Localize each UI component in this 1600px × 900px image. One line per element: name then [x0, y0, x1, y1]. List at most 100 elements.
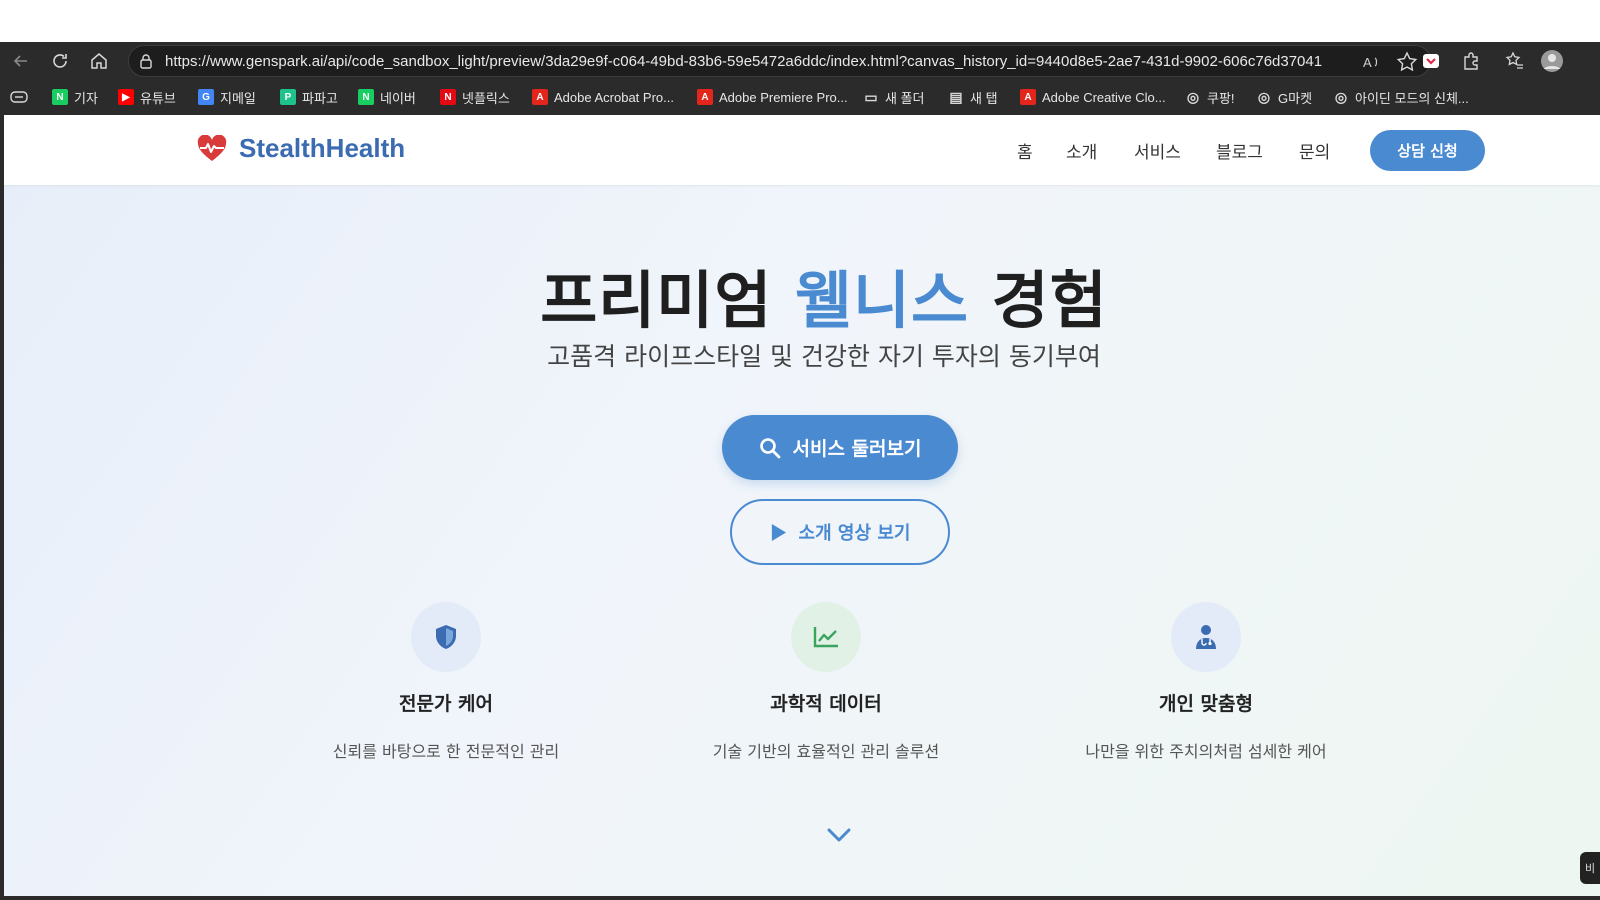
address-bar[interactable]: https://www.genspark.ai/api/code_sandbox… [128, 45, 1431, 77]
feature-icon-circle [1171, 602, 1241, 672]
site-header: StealthHealth 홈 소개 서비스 블로그 문의 상담 신청 [4, 115, 1600, 185]
bookmark-label: 파파고 [302, 90, 338, 106]
bookmark-item[interactable]: ▭ 새 폴더 [863, 86, 925, 108]
feature-desc: 나만을 위한 주치의처럼 섬세한 케어 [1085, 742, 1327, 761]
bookmark-item[interactable]: N 기자 [52, 86, 98, 108]
bookmark-item[interactable]: A Adobe Creative Clo... [1020, 86, 1166, 108]
profile-button[interactable] [1540, 49, 1564, 73]
bookmark-label: 넷플릭스 [462, 90, 510, 106]
brand-name: StealthHealth [239, 133, 406, 163]
bookmarks-bar: N 기자 ▶ 유튜브 G 지메일 P 파파고 N 네이버 N 넷플릭스 A Adobe Acrobat P… [0, 80, 1600, 115]
adobe-icon: A [532, 89, 548, 105]
reading-list-icon [10, 91, 28, 103]
feature-expert-care: 전문가 케어 신뢰를 바탕으로 한 전문적인 관리 [296, 602, 596, 762]
bookmark-item[interactable]: A Adobe Premiere Pro... [697, 86, 848, 108]
bookmark-item[interactable]: ▤ 새 탭 [948, 86, 997, 108]
feature-desc: 기술 기반의 효율적인 관리 솔루션 [712, 742, 940, 761]
url-text: https://www.genspark.ai/api/code_sandbox… [165, 53, 1323, 70]
extensions-button[interactable] [1459, 49, 1483, 73]
feature-title: 과학적 데이터 [770, 693, 882, 715]
shield-icon [436, 625, 456, 649]
svg-text:A: A [1363, 55, 1372, 70]
youtube-icon: ▶ [118, 89, 134, 105]
web-page: StealthHealth 홈 소개 서비스 블로그 문의 상담 신청 프리미엄… [4, 115, 1600, 896]
bookmark-item[interactable]: ◎ 쿠팡! [1185, 86, 1235, 108]
read-aloud-icon[interactable]: A [1362, 52, 1382, 72]
bookmark-label: Adobe Creative Clo... [1042, 89, 1166, 105]
newtab-icon: ▤ [949, 88, 963, 105]
home-icon [91, 53, 107, 69]
heartbeat-icon [197, 134, 227, 161]
globe-icon: ◎ [1334, 88, 1348, 105]
bookmark-item[interactable]: ◎ 아이딘 모드의 신체... [1333, 86, 1469, 108]
bookmark-label: Adobe Premiere Pro... [719, 89, 848, 105]
papago-icon: P [280, 89, 296, 105]
bookmark-label: 새 폴더 [885, 90, 925, 106]
consultation-button[interactable]: 상담 신청 [1370, 130, 1485, 171]
feature-scientific-data: 과학적 데이터 기술 기반의 효율적인 관리 솔루션 [676, 602, 976, 762]
bookmark-item[interactable]: N 네이버 [358, 86, 416, 108]
reload-icon [53, 54, 67, 68]
hero-subtitle: 고품격 라이프스타일 및 건강한 자기 투자의 동기부여 [547, 342, 1101, 371]
doctor-icon [1196, 625, 1216, 649]
adobe-icon: A [697, 89, 713, 105]
favorite-star-icon[interactable] [1396, 51, 1418, 73]
bookmark-item[interactable]: G 지메일 [198, 86, 256, 108]
hero-title: 프리미엄 웰니스 경험 [4, 250, 1600, 340]
chevron-down-icon[interactable] [826, 825, 852, 845]
bookmarks-toggle[interactable] [10, 86, 28, 108]
feature-title: 개인 맞춤형 [1158, 693, 1253, 715]
browser-chrome: https://www.genspark.ai/api/code_sandbox… [0, 42, 1600, 115]
bookmark-label: 아이딘 모드의 신체... [1355, 90, 1469, 106]
home-button[interactable] [86, 48, 112, 74]
back-button[interactable] [8, 48, 34, 74]
naver-icon: N [52, 89, 68, 105]
bookmark-item[interactable]: ▶ 유튜브 [118, 86, 176, 108]
play-icon [771, 523, 786, 541]
bookmark-item[interactable]: ◎ G마켓 [1256, 86, 1312, 108]
lock-icon [140, 54, 152, 69]
globe-icon: ◎ [1186, 88, 1200, 105]
nav-about[interactable]: 소개 [1066, 138, 1097, 163]
nav-services[interactable]: 서비스 [1134, 138, 1181, 163]
search-icon [759, 437, 780, 458]
bookmark-item[interactable]: A Adobe Acrobat Pro... [532, 86, 674, 108]
bookmark-label: 네이버 [380, 90, 416, 106]
bookmark-label: G마켓 [1278, 90, 1313, 106]
nav-blog[interactable]: 블로그 [1216, 138, 1263, 163]
reload-button[interactable] [47, 48, 73, 74]
explore-services-button[interactable]: 서비스 둘러보기 [722, 415, 958, 480]
feature-desc: 신뢰를 바탕으로 한 전문적인 관리 [332, 742, 560, 761]
naver-icon: N [358, 89, 374, 105]
browser-toolbar: https://www.genspark.ai/api/code_sandbox… [0, 42, 1600, 80]
folder-icon: ▭ [864, 88, 878, 105]
adobe-icon: A [1020, 89, 1036, 105]
puzzle-icon [1464, 52, 1478, 70]
chart-line-icon [813, 627, 838, 648]
hero-title-post: 경험 [969, 264, 1108, 337]
pocket-icon [1423, 54, 1439, 68]
site-logo[interactable]: StealthHealth [197, 133, 405, 164]
side-panel-tab[interactable]: 비 [1580, 852, 1600, 884]
bookmark-label: 기자 [74, 90, 98, 106]
nav-contact[interactable]: 문의 [1299, 138, 1330, 163]
netflix-icon: N [440, 89, 456, 105]
watch-video-button[interactable]: 소개 영상 보기 [730, 499, 950, 565]
feature-title: 전문가 케어 [398, 693, 493, 715]
window-bottom-border [0, 896, 1600, 900]
explore-services-label: 서비스 둘러보기 [792, 438, 922, 460]
bookmark-item[interactable]: N 넷플릭스 [440, 86, 510, 108]
bookmark-item[interactable]: P 파파고 [280, 86, 338, 108]
bookmark-label: Adobe Acrobat Pro... [554, 89, 674, 105]
favorites-list-icon [1505, 51, 1523, 69]
avatar-icon [1541, 50, 1563, 72]
bookmark-label: 쿠팡! [1207, 90, 1235, 106]
hero-title-accent: 웰니스 [794, 264, 970, 337]
favorites-button[interactable] [1503, 49, 1527, 73]
watch-video-label: 소개 영상 보기 [798, 523, 911, 544]
extension-button[interactable] [1419, 49, 1443, 73]
nav-home[interactable]: 홈 [1017, 138, 1033, 163]
arrow-left-icon [13, 55, 27, 67]
bookmark-label: 유튜브 [140, 90, 176, 106]
hero-title-pre: 프리미엄 [540, 264, 795, 337]
